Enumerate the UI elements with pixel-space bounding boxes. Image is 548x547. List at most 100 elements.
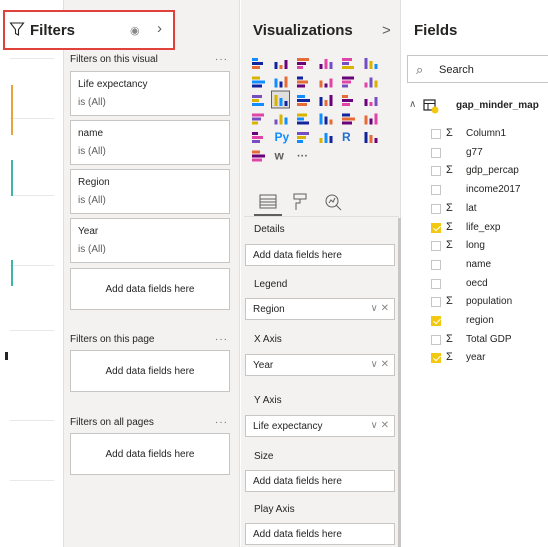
filter-card-year[interactable]: Year is (All) bbox=[70, 218, 230, 263]
size-dropzone[interactable]: Add data fields here bbox=[245, 470, 395, 492]
yaxis-field[interactable]: Life expectancy ∨ ✕ bbox=[245, 415, 395, 437]
field-item-total-gdp[interactable]: Σ Total GDP bbox=[431, 332, 548, 348]
globe-icon[interactable] bbox=[252, 150, 265, 162]
line-column-icon[interactable] bbox=[319, 78, 333, 88]
field-item-gdp_percap[interactable]: Σgdp_percap bbox=[431, 163, 548, 179]
filter-card-value: is (All) bbox=[78, 195, 106, 206]
funnel-icon[interactable] bbox=[274, 114, 288, 125]
field-checkbox[interactable] bbox=[431, 241, 441, 252]
visual-filter-dropzone[interactable]: Add data fields here bbox=[70, 268, 230, 310]
filters-header[interactable]: Filters ◉ › bbox=[3, 10, 175, 50]
all-pages-filter-dropzone[interactable]: Add data fields here bbox=[70, 433, 230, 475]
filter-card-life-expectancy[interactable]: Life expectancy is (All) bbox=[70, 71, 230, 116]
gauge-icon[interactable] bbox=[297, 113, 309, 125]
line-clustered-icon[interactable] bbox=[342, 76, 354, 88]
field-name: gdp_percap bbox=[466, 165, 519, 177]
python-icon[interactable]: Py bbox=[275, 130, 290, 144]
field-item-long[interactable]: Σlong bbox=[431, 238, 548, 254]
filter-funnel-icon bbox=[9, 22, 25, 36]
clustered-column-icon[interactable] bbox=[319, 59, 333, 69]
map-icon[interactable] bbox=[364, 97, 378, 106]
fields-tab-icon[interactable] bbox=[258, 192, 280, 212]
filters-on-visual-label: Filters on this visual bbox=[70, 54, 158, 65]
matrix-icon[interactable] bbox=[319, 133, 333, 143]
sigma-icon: Σ bbox=[446, 127, 453, 139]
powerbi-panes: ⊡ ··· Filters ◉ › Filters on this visual… bbox=[0, 0, 548, 547]
r-visual-icon[interactable]: R bbox=[342, 130, 351, 144]
scatter-icon[interactable] bbox=[271, 90, 290, 109]
stacked-column-icon[interactable] bbox=[274, 60, 288, 69]
analytics-magnifier-icon[interactable] bbox=[322, 192, 344, 212]
field-item-oecd[interactable]: oecd bbox=[431, 276, 548, 292]
field-item-region[interactable]: region bbox=[431, 313, 548, 329]
eye-icon[interactable]: ◉ bbox=[130, 24, 140, 37]
stacked-area-icon[interactable] bbox=[297, 76, 308, 88]
ribbon-icon[interactable] bbox=[364, 77, 378, 88]
field-checkbox[interactable] bbox=[431, 259, 441, 270]
w-icon[interactable]: w bbox=[274, 149, 285, 163]
field-item-life_exp[interactable]: Σlife_exp bbox=[431, 220, 548, 236]
kpi-icon[interactable] bbox=[364, 113, 378, 125]
details-dropzone[interactable]: Add data fields here bbox=[245, 244, 395, 266]
more-options-icon[interactable]: ··· bbox=[215, 334, 228, 345]
waterfall-icon[interactable] bbox=[252, 95, 264, 106]
chevron-right-icon[interactable]: > bbox=[382, 22, 391, 39]
format-paint-roller-icon[interactable] bbox=[290, 192, 312, 212]
field-checkbox[interactable] bbox=[431, 278, 441, 289]
stacked-bar-icon[interactable] bbox=[252, 58, 263, 69]
play-axis-dropzone[interactable]: Add data fields here bbox=[245, 523, 395, 545]
treemap-icon[interactable] bbox=[342, 95, 353, 106]
chevron-expanded-icon[interactable]: ∧ bbox=[409, 99, 416, 110]
more-icon[interactable]: ··· bbox=[297, 151, 308, 163]
chart-mark bbox=[5, 352, 8, 360]
pie-icon[interactable] bbox=[297, 95, 310, 106]
search-box[interactable]: ⌕ Search bbox=[407, 55, 548, 83]
slicer-icon[interactable] bbox=[252, 132, 263, 143]
page-filter-dropzone[interactable]: Add data fields here bbox=[70, 350, 230, 392]
card-icon[interactable] bbox=[319, 113, 333, 125]
field-checkbox[interactable] bbox=[431, 185, 441, 196]
100-bar-icon[interactable] bbox=[342, 58, 354, 69]
search-icon: ⌕ bbox=[416, 62, 424, 77]
field-item-name[interactable]: name bbox=[431, 257, 548, 273]
field-item-lat[interactable]: Σlat bbox=[431, 201, 548, 217]
field-checkbox[interactable] bbox=[431, 334, 441, 345]
field-checkbox[interactable] bbox=[431, 166, 441, 177]
legend-field[interactable]: Region ∨ ✕ bbox=[245, 298, 395, 320]
filled-map-icon[interactable] bbox=[252, 113, 264, 125]
100-column-icon[interactable] bbox=[364, 58, 378, 69]
field-item-population[interactable]: Σpopulation bbox=[431, 294, 548, 310]
field-checkbox[interactable] bbox=[431, 203, 441, 214]
active-tab-indicator bbox=[254, 214, 282, 216]
chevron-down-close-icon[interactable]: ∨ ✕ bbox=[371, 303, 389, 314]
field-checkbox[interactable] bbox=[431, 147, 441, 158]
area-icon[interactable] bbox=[274, 76, 288, 88]
clustered-bar-icon[interactable] bbox=[297, 58, 309, 69]
key-influencers-icon[interactable] bbox=[364, 132, 378, 143]
visual-types-gallery[interactable]: Py Rw ··· bbox=[248, 52, 390, 184]
field-item-g77[interactable]: g77 bbox=[431, 145, 548, 161]
line-icon[interactable] bbox=[252, 76, 265, 88]
table-node-gap-minder-map[interactable]: ∧ gap_minder_map bbox=[409, 98, 548, 114]
field-checkbox[interactable] bbox=[431, 353, 441, 364]
chevron-right-icon[interactable]: › bbox=[157, 20, 162, 37]
filter-card-name[interactable]: name is (All) bbox=[70, 120, 230, 165]
field-checkbox[interactable] bbox=[431, 316, 441, 326]
filter-card-region[interactable]: Region is (All) bbox=[70, 169, 230, 214]
xaxis-field[interactable]: Year ∨ ✕ bbox=[245, 354, 395, 376]
fields-title: Fields bbox=[414, 22, 458, 39]
field-item-year[interactable]: Σyear bbox=[431, 350, 548, 366]
table-icon[interactable] bbox=[297, 132, 309, 143]
donut-icon[interactable] bbox=[319, 95, 333, 106]
field-item-column1[interactable]: Σ Column1 bbox=[431, 126, 548, 142]
field-checkbox[interactable] bbox=[431, 297, 441, 308]
more-options-icon[interactable]: ··· bbox=[215, 417, 228, 428]
chevron-down-close-icon[interactable]: ∨ ✕ bbox=[371, 359, 389, 370]
more-options-icon[interactable]: ··· bbox=[215, 54, 228, 65]
field-checkbox[interactable] bbox=[431, 129, 441, 139]
field-item-income2017[interactable]: income2017 bbox=[431, 182, 548, 198]
field-checkbox[interactable] bbox=[431, 222, 441, 233]
multirow-card-icon[interactable] bbox=[342, 113, 355, 125]
filter-card-value: is (All) bbox=[78, 146, 106, 157]
chevron-down-close-icon[interactable]: ∨ ✕ bbox=[371, 420, 389, 431]
